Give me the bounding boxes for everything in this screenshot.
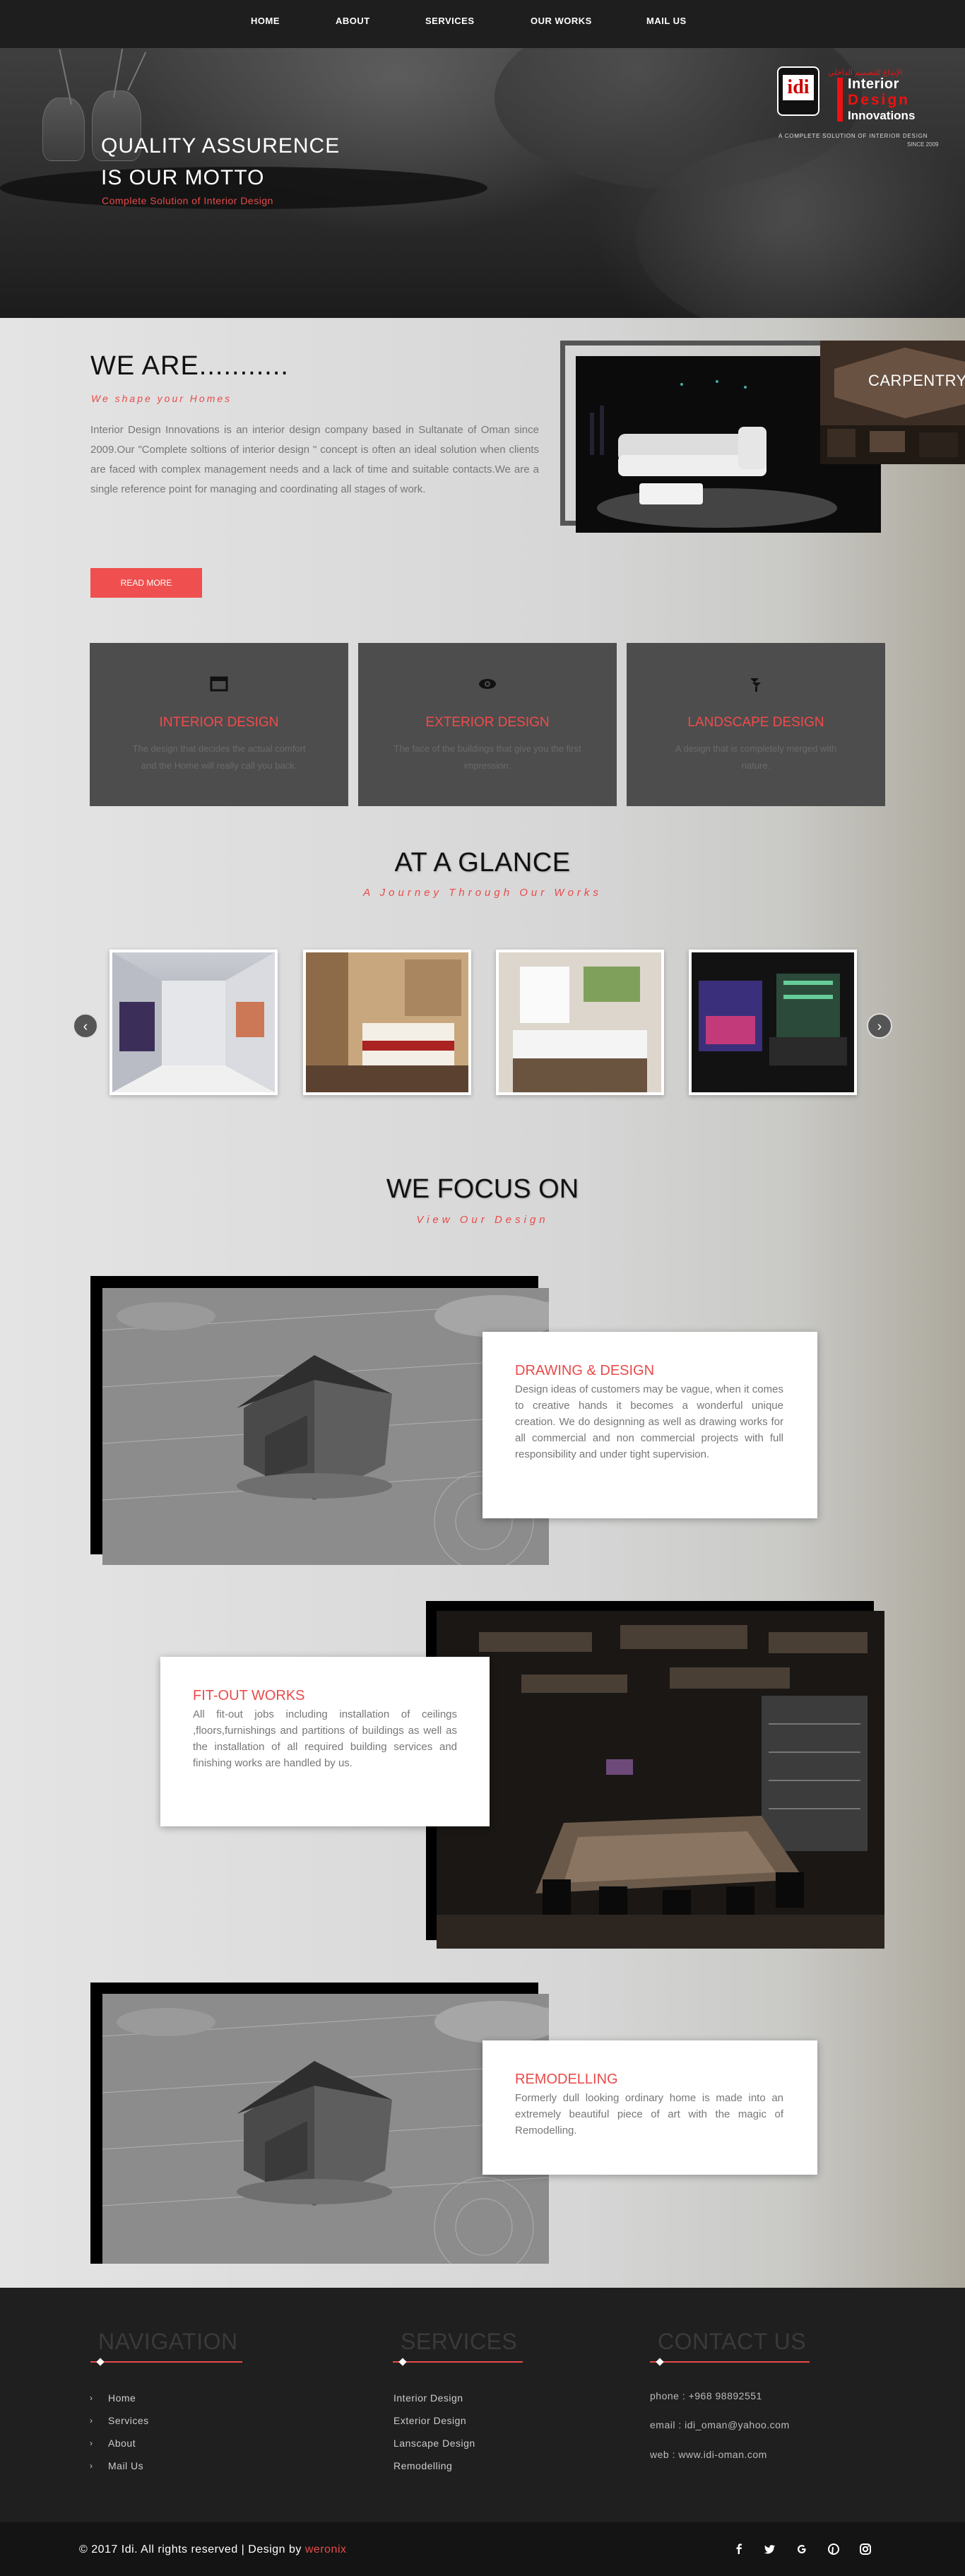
carousel-next-button[interactable]: › xyxy=(867,1013,892,1039)
focus-card-drawing-design: DRAWING & DESIGN Design ideas of custome… xyxy=(482,1332,817,1518)
logo-badge: idi xyxy=(777,66,819,116)
footer-email[interactable]: email : idi_oman@yahoo.com xyxy=(650,2419,790,2430)
footer-nav-services-link[interactable]: Services xyxy=(108,2415,149,2426)
footer xyxy=(0,2288,965,2522)
gallery-illustration xyxy=(692,952,854,1092)
twitter-icon[interactable] xyxy=(763,2542,777,2556)
footer-heading-underline xyxy=(393,2361,523,2363)
footer-nav-about-link[interactable]: About xyxy=(108,2438,136,2449)
fit-out-works-image xyxy=(437,1611,884,1949)
logo[interactable]: idi الإبداع للتصميم الداخلي Interior Des… xyxy=(0,48,965,189)
gallery-illustration xyxy=(112,952,275,1092)
nav-home-link[interactable]: HOME xyxy=(251,16,280,26)
footer-phone: phone : +968 98892551 xyxy=(650,2390,762,2401)
footer-nav-home-link[interactable]: Home xyxy=(108,2392,136,2404)
carpentry-label: CARPENTRY xyxy=(868,372,965,389)
pinterest-icon[interactable] xyxy=(827,2542,841,2556)
nav-about-link[interactable]: ABOUT xyxy=(336,16,370,26)
footer-heading-underline xyxy=(650,2361,810,2363)
facebook-icon[interactable] xyxy=(732,2542,746,2556)
logo-line2: Design xyxy=(848,92,911,108)
window-icon xyxy=(209,675,229,692)
footer-service-remodelling-link[interactable]: Remodelling xyxy=(393,2460,452,2471)
gallery-image[interactable] xyxy=(109,950,278,1095)
footer-service-exterior-link[interactable]: Exterior Design xyxy=(393,2415,466,2426)
footer-web[interactable]: web : www.idi-oman.com xyxy=(650,2449,767,2460)
eye-icon xyxy=(478,675,497,692)
tree-icon xyxy=(746,675,766,692)
service-card-landscape[interactable]: LANDSCAPE DESIGN A design that is comple… xyxy=(627,643,885,806)
gallery-image[interactable] xyxy=(689,950,857,1095)
footer-navigation-heading: NAVIGATION xyxy=(98,2329,238,2354)
focus-title: WE FOCUS ON xyxy=(386,1174,579,1204)
service-description: The face of the buildings that give you … xyxy=(393,743,581,771)
gallery-illustration xyxy=(306,952,468,1092)
service-description: A design that is completely merged with … xyxy=(675,743,837,771)
logo-line3: Innovations xyxy=(848,109,916,122)
focus-card-remodelling: REMODELLING Formerly dull looking ordina… xyxy=(482,2040,817,2175)
nav-mail-us-link[interactable]: MAIL US xyxy=(646,16,687,26)
focus-card-text: Design ideas of customers may be vague, … xyxy=(515,1383,783,1460)
copyright-label: © 2017 Idi. All rights reserved | Design… xyxy=(79,2543,305,2556)
focus-card-title: FIT-OUT WORKS xyxy=(193,1688,305,1703)
focus-card-title: DRAWING & DESIGN xyxy=(515,1363,655,1378)
about-subtitle: We shape your Homes xyxy=(91,393,232,404)
focus-card-text: All fit-out jobs including installation … xyxy=(193,1708,457,1769)
footer-nav-mail-us-link[interactable]: Mail Us xyxy=(108,2460,143,2471)
service-card-exterior[interactable]: EXTERIOR DESIGN The face of the building… xyxy=(358,643,617,806)
logo-accent-bar xyxy=(837,78,843,122)
service-title: EXTERIOR DESIGN xyxy=(425,715,550,730)
footer-contact-heading: CONTACT US xyxy=(658,2329,807,2354)
hero-subtitle: Complete Solution of Interior Design xyxy=(102,195,273,206)
chevron-right-icon: › xyxy=(90,2393,93,2403)
footer-heading-underline xyxy=(90,2361,242,2363)
service-title: LANDSCAPE DESIGN xyxy=(687,715,824,730)
focus-card-text: Formerly dull looking ordinary home is m… xyxy=(515,2092,783,2137)
focus-card-fit-out-works: FIT-OUT WORKS All fit-out jobs including… xyxy=(160,1657,490,1826)
focus-card-title: REMODELLING xyxy=(515,2072,618,2087)
logo-tagline: A COMPLETE SOLUTION OF INTERIOR DESIGN xyxy=(778,133,928,139)
glance-subtitle: A Journey Through Our Works xyxy=(363,887,602,899)
top-navigation-bar: HOME ABOUT SERVICES OUR WORKS MAIL US xyxy=(0,0,965,48)
logo-mark: idi xyxy=(783,75,814,100)
glance-title: AT A GLANCE xyxy=(394,848,571,878)
carpentry-illustration xyxy=(820,341,965,464)
nav-our-works-link[interactable]: OUR WORKS xyxy=(531,16,592,26)
about-title: WE ARE........... xyxy=(90,351,289,381)
gallery-image[interactable] xyxy=(303,950,471,1095)
gallery-illustration xyxy=(499,952,661,1092)
chevron-right-icon: › xyxy=(90,2438,93,2448)
copyright-text: © 2017 Idi. All rights reserved | Design… xyxy=(79,2543,347,2556)
chevron-right-icon: › xyxy=(90,2461,93,2471)
logo-since: SINCE 2009 xyxy=(907,141,939,148)
gallery-image[interactable] xyxy=(496,950,664,1095)
about-text: Interior Design Innovations is an interi… xyxy=(90,424,539,495)
google-plus-icon[interactable] xyxy=(795,2542,809,2556)
nav-services-link[interactable]: SERVICES xyxy=(425,16,475,26)
carousel-prev-button[interactable]: ‹ xyxy=(73,1013,98,1039)
chevron-right-icon: › xyxy=(90,2416,93,2426)
read-more-button[interactable]: READ MORE xyxy=(90,568,202,598)
service-card-interior[interactable]: INTERIOR DESIGN The design that decides … xyxy=(90,643,348,806)
service-description: The design that decides the actual comfo… xyxy=(132,743,306,771)
focus-subtitle: View Our Design xyxy=(416,1214,549,1226)
designer-link[interactable]: weronix xyxy=(305,2543,347,2556)
instagram-icon[interactable] xyxy=(858,2542,872,2556)
conference-room-illustration xyxy=(437,1611,884,1949)
service-title: INTERIOR DESIGN xyxy=(159,715,279,730)
footer-service-landscape-link[interactable]: Lanscape Design xyxy=(393,2438,475,2449)
footer-services-heading: SERVICES xyxy=(401,2329,518,2354)
footer-service-interior-link[interactable]: Interior Design xyxy=(393,2392,463,2404)
carpentry-image xyxy=(820,341,965,464)
logo-line1: Interior xyxy=(848,76,899,92)
